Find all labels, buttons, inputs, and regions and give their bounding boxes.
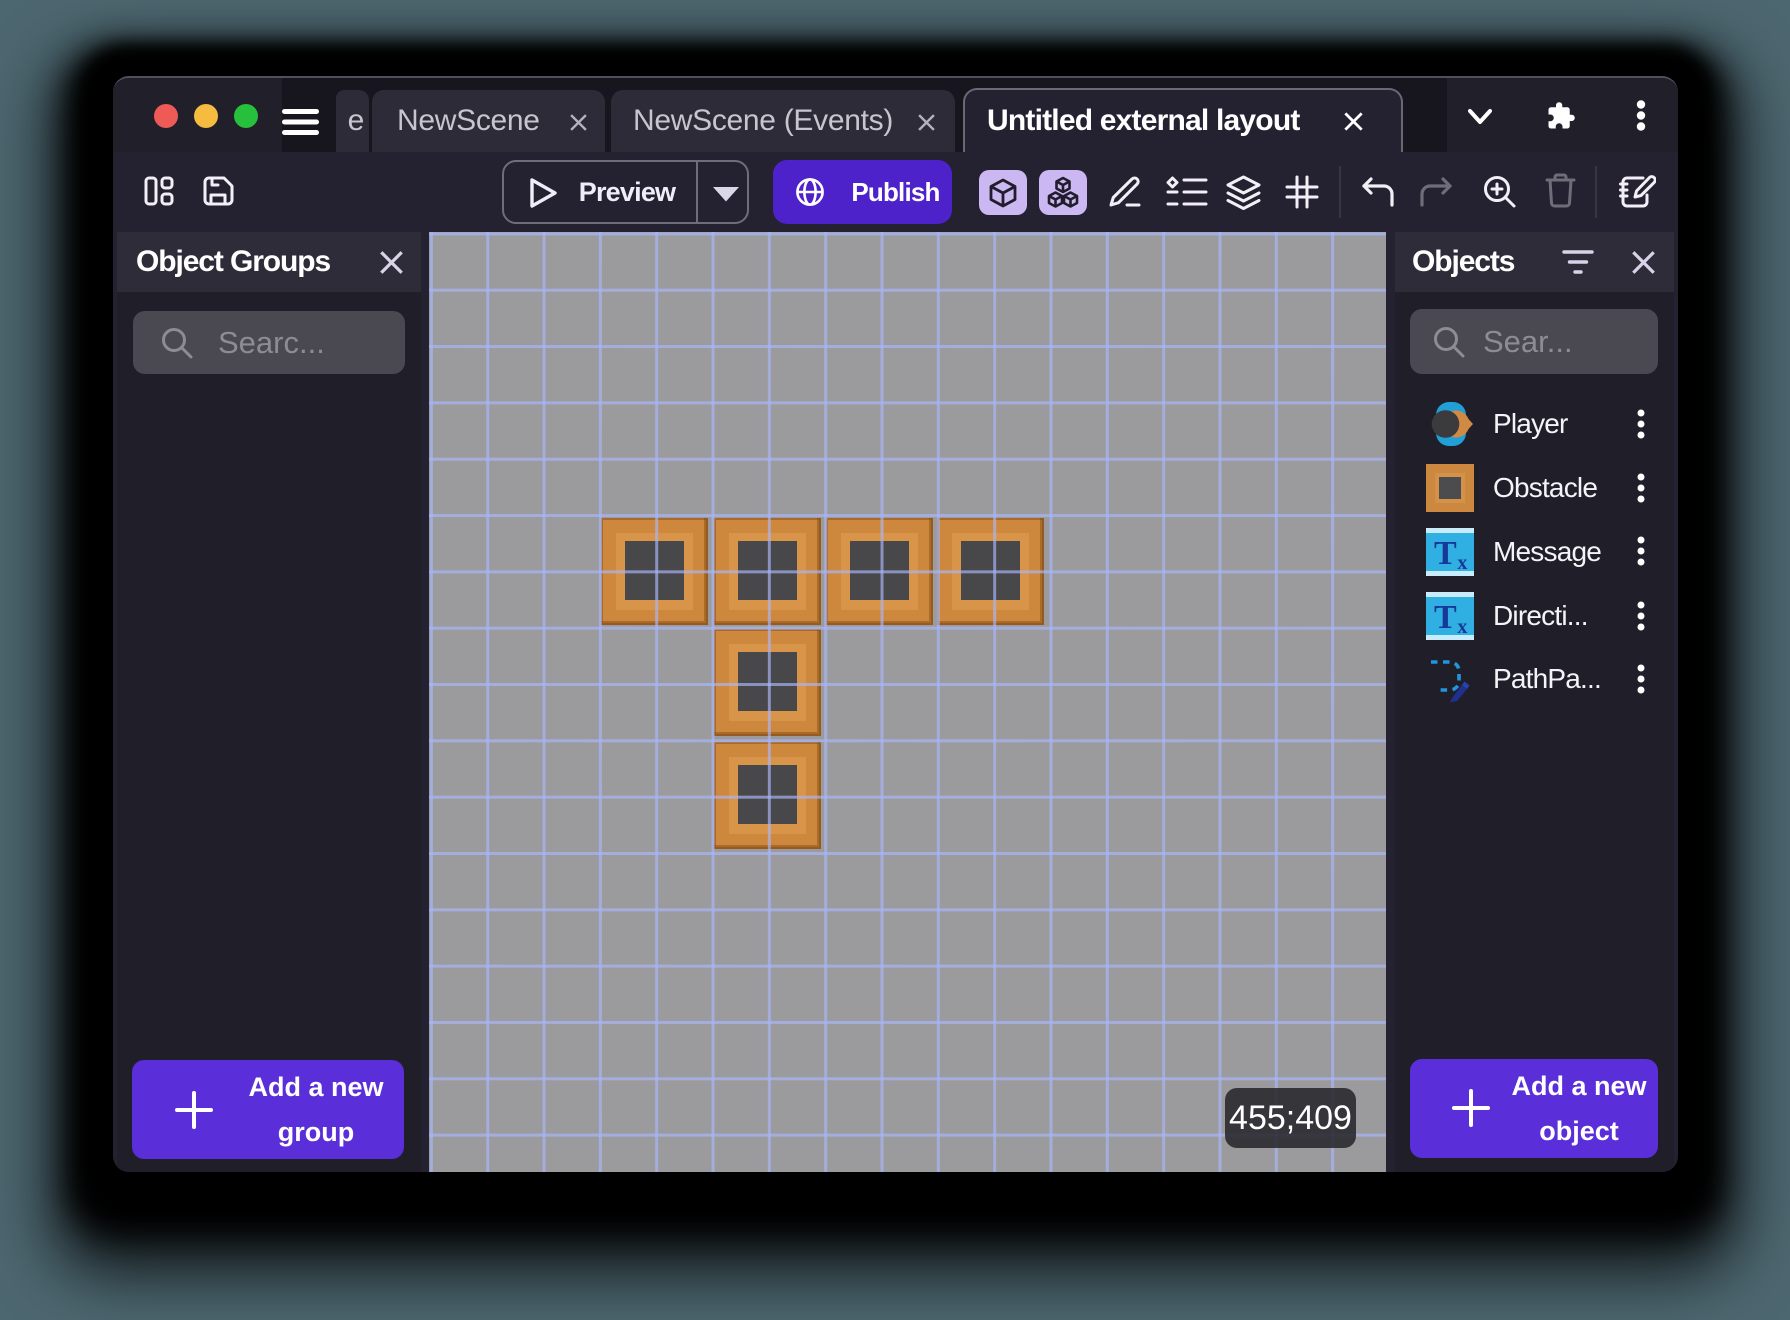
svg-text:x: x: [1457, 616, 1467, 638]
svg-text:x: x: [1457, 552, 1467, 574]
svg-text:T: T: [1434, 535, 1457, 572]
svg-text:T: T: [1434, 599, 1457, 636]
